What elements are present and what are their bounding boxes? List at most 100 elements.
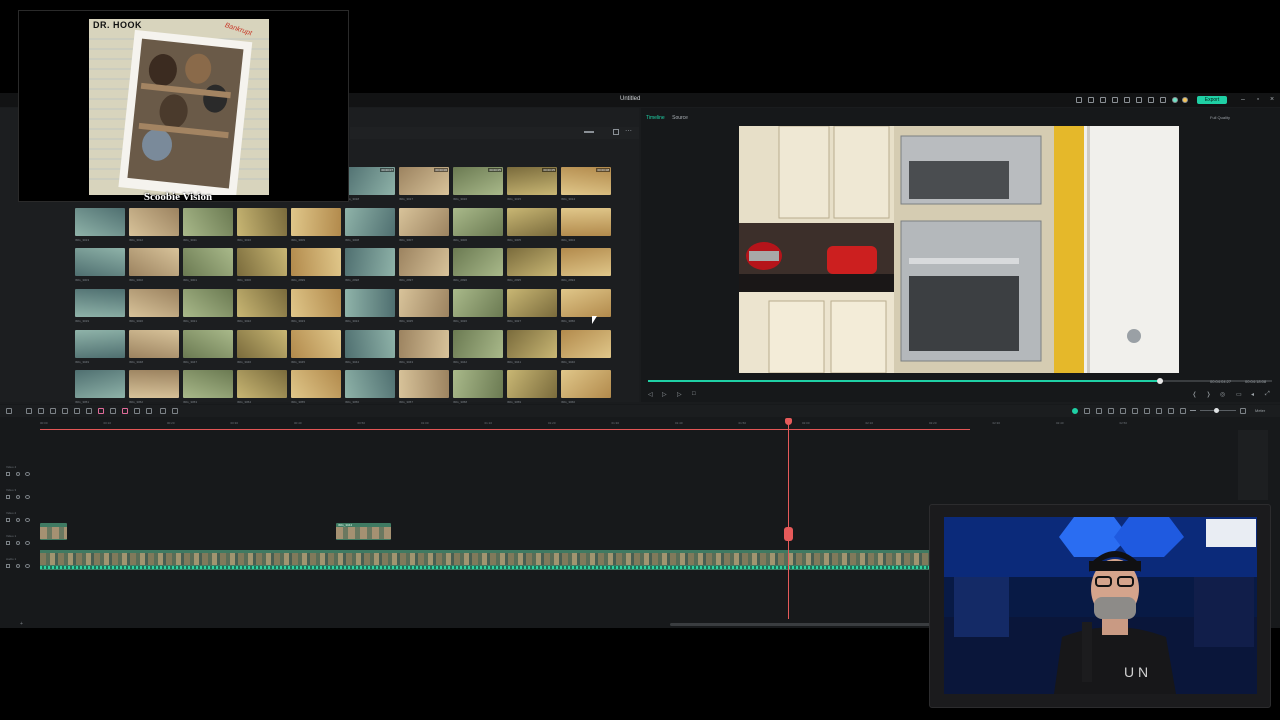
avatar[interactable] bbox=[1182, 97, 1188, 103]
stop-icon[interactable]: □ bbox=[692, 391, 696, 397]
media-thumbnail[interactable] bbox=[183, 370, 233, 398]
close-icon[interactable]: × bbox=[1268, 96, 1276, 104]
media-thumbnail[interactable] bbox=[507, 248, 557, 276]
media-thumbnail[interactable] bbox=[183, 289, 233, 317]
media-thumbnail[interactable] bbox=[291, 289, 341, 317]
gift-icon[interactable] bbox=[1160, 97, 1166, 103]
media-thumbnail[interactable] bbox=[561, 330, 611, 358]
playhead-handle[interactable] bbox=[785, 418, 792, 425]
minimize-icon[interactable]: – bbox=[1239, 96, 1247, 104]
magic-icon[interactable] bbox=[122, 408, 128, 414]
media-thumbnail[interactable]: 00:00:06 bbox=[399, 167, 449, 195]
media-thumbnail[interactable] bbox=[561, 289, 611, 317]
volume-icon[interactable]: ◂ bbox=[1251, 391, 1254, 398]
media-thumbnail[interactable] bbox=[75, 248, 125, 276]
delete-icon[interactable] bbox=[50, 408, 56, 414]
mute-icon[interactable] bbox=[16, 541, 20, 545]
mute-icon[interactable] bbox=[16, 564, 20, 568]
media-thumbnail[interactable] bbox=[75, 330, 125, 358]
eye-icon[interactable] bbox=[25, 564, 30, 568]
media-thumbnail[interactable] bbox=[453, 289, 503, 317]
timeline-scrollbar[interactable] bbox=[670, 623, 930, 626]
audio-adjust-icon[interactable] bbox=[172, 408, 178, 414]
media-thumbnail[interactable] bbox=[345, 248, 395, 276]
snap-icon[interactable] bbox=[1120, 408, 1126, 414]
media-thumbnail[interactable] bbox=[561, 370, 611, 398]
snapshot-icon[interactable]: ◎ bbox=[1220, 391, 1225, 398]
tab-source[interactable]: Source bbox=[672, 115, 688, 121]
send-icon[interactable] bbox=[1088, 97, 1094, 103]
video-clip[interactable] bbox=[40, 523, 67, 540]
play-icon[interactable]: ▷ bbox=[677, 391, 682, 398]
media-thumbnail[interactable] bbox=[291, 208, 341, 236]
grid-icon[interactable] bbox=[1124, 97, 1130, 103]
media-thumbnail[interactable] bbox=[561, 208, 611, 236]
mark-in-icon[interactable]: ❬ bbox=[1192, 391, 1197, 398]
quality-select[interactable]: Full Quality bbox=[1210, 115, 1230, 120]
zoom-slider-knob[interactable] bbox=[1214, 408, 1219, 413]
scrubber-handle[interactable] bbox=[1157, 378, 1163, 384]
media-thumbnail[interactable] bbox=[345, 208, 395, 236]
media-thumbnail[interactable] bbox=[399, 208, 449, 236]
media-thumbnail[interactable] bbox=[129, 370, 179, 398]
mute-icon[interactable] bbox=[16, 495, 20, 499]
settings-icon[interactable] bbox=[1156, 408, 1162, 414]
prev-frame-icon[interactable]: ◁ bbox=[648, 391, 653, 398]
media-thumbnail[interactable]: 00:00:05 bbox=[453, 167, 503, 195]
lock-icon[interactable] bbox=[6, 472, 10, 476]
media-thumbnail[interactable] bbox=[453, 330, 503, 358]
media-thumbnail[interactable] bbox=[129, 330, 179, 358]
media-thumbnail[interactable]: 00:00:05 bbox=[507, 167, 557, 195]
media-thumbnail[interactable] bbox=[183, 248, 233, 276]
zoom-slider[interactable] bbox=[584, 131, 594, 133]
lock-icon[interactable] bbox=[6, 518, 10, 522]
media-thumbnail[interactable] bbox=[291, 248, 341, 276]
mute-icon[interactable] bbox=[16, 518, 20, 522]
eye-icon[interactable] bbox=[25, 495, 30, 499]
media-thumbnail[interactable] bbox=[237, 330, 287, 358]
media-thumbnail[interactable] bbox=[75, 289, 125, 317]
media-thumbnail[interactable] bbox=[345, 330, 395, 358]
save-icon[interactable] bbox=[1112, 97, 1118, 103]
mute-icon[interactable] bbox=[16, 472, 20, 476]
media-thumbnail[interactable] bbox=[399, 370, 449, 398]
add-track-icon[interactable]: + bbox=[20, 621, 23, 627]
media-thumbnail[interactable] bbox=[561, 248, 611, 276]
media-thumbnail[interactable] bbox=[291, 370, 341, 398]
layout-grid-icon[interactable] bbox=[6, 408, 12, 414]
media-thumbnail[interactable] bbox=[237, 248, 287, 276]
text-icon[interactable] bbox=[86, 408, 92, 414]
media-thumbnail[interactable] bbox=[453, 208, 503, 236]
split-icon[interactable] bbox=[74, 408, 80, 414]
media-thumbnail[interactable] bbox=[345, 289, 395, 317]
media-thumbnail[interactable] bbox=[399, 289, 449, 317]
marker-icon[interactable] bbox=[98, 408, 104, 414]
display-icon[interactable]: ▭ bbox=[1236, 391, 1242, 398]
keyframe-icon[interactable] bbox=[160, 408, 166, 414]
media-thumbnail[interactable]: 00:00:08 bbox=[561, 167, 611, 195]
zoom-in-icon[interactable] bbox=[1240, 408, 1246, 414]
media-thumbnail[interactable] bbox=[237, 289, 287, 317]
filter-icon[interactable] bbox=[613, 129, 619, 135]
ripple-icon[interactable] bbox=[1144, 408, 1150, 414]
media-thumbnail[interactable]: 00:00:07 bbox=[345, 167, 395, 195]
lock-icon[interactable] bbox=[6, 495, 10, 499]
media-thumbnail[interactable] bbox=[75, 370, 125, 398]
download-icon[interactable] bbox=[1136, 97, 1142, 103]
captions-icon[interactable] bbox=[1108, 408, 1114, 414]
redo-icon[interactable] bbox=[38, 408, 44, 414]
media-thumbnail[interactable] bbox=[129, 248, 179, 276]
lock-icon[interactable] bbox=[6, 541, 10, 545]
media-thumbnail[interactable] bbox=[507, 330, 557, 358]
more-icon[interactable]: ⋯ bbox=[625, 128, 632, 135]
zoom-out-icon[interactable] bbox=[1190, 410, 1196, 411]
eye-icon[interactable] bbox=[25, 518, 30, 522]
media-thumbnail[interactable] bbox=[183, 330, 233, 358]
media-thumbnail[interactable] bbox=[129, 289, 179, 317]
media-thumbnail[interactable] bbox=[507, 370, 557, 398]
media-thumbnail[interactable] bbox=[453, 370, 503, 398]
shield-icon[interactable] bbox=[1084, 408, 1090, 414]
media-thumbnail[interactable] bbox=[399, 330, 449, 358]
tab-timeline[interactable]: Timeline bbox=[646, 115, 665, 121]
headset-icon[interactable] bbox=[1148, 97, 1154, 103]
